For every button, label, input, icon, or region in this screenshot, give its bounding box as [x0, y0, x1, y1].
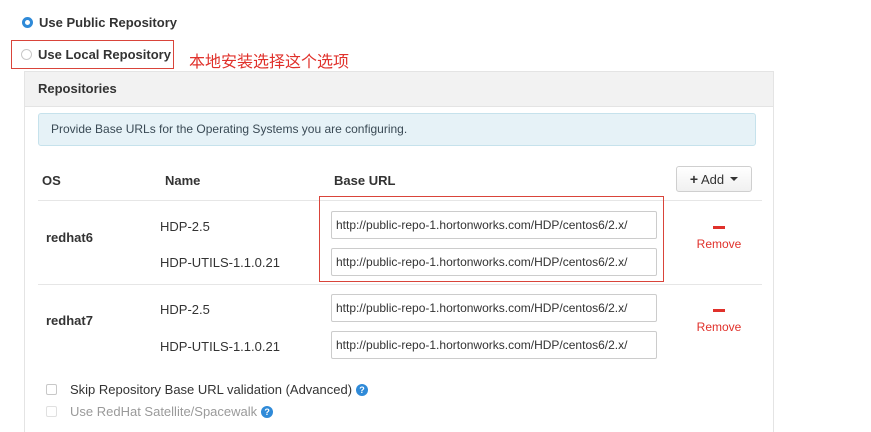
remove-os-button[interactable]: Remove [689, 226, 749, 251]
column-header-base-url: Base URL [334, 173, 396, 188]
add-button-label: Add [701, 171, 725, 187]
public-repository-radio[interactable] [22, 17, 33, 28]
skip-validation-label: Skip Repository Base URL validation (Adv… [70, 382, 353, 397]
minus-icon [713, 309, 725, 312]
satellite-checkbox[interactable] [46, 406, 57, 417]
column-header-os: OS [42, 173, 61, 188]
info-alert: Provide Base URLs for the Operating Syst… [38, 113, 756, 146]
local-repository-label: Use Local Repository [38, 47, 171, 62]
annotation-highlight-urls [319, 196, 664, 282]
repositories-title: Repositories [25, 72, 773, 107]
help-icon[interactable]: ? [261, 405, 274, 418]
public-repository-option[interactable]: Use Public Repository [22, 15, 177, 30]
skip-validation-option[interactable]: Skip Repository Base URL validation (Adv… [46, 382, 369, 397]
base-url-input[interactable]: http://public-repo-1.hortonworks.com/HDP… [331, 294, 657, 322]
caret-down-icon [730, 177, 739, 181]
local-repository-radio[interactable] [21, 49, 32, 60]
remove-label: Remove [696, 320, 742, 334]
add-os-button[interactable]: + Add [676, 166, 752, 192]
os-name-redhat7: redhat7 [46, 313, 93, 328]
repo-name: HDP-UTILS-1.1.0.21 [160, 339, 280, 354]
remove-label: Remove [696, 237, 742, 251]
local-repository-option[interactable]: Use Local Repository [21, 47, 171, 62]
public-repository-label: Use Public Repository [39, 15, 177, 30]
remove-os-button[interactable]: Remove [689, 309, 749, 334]
repo-name: HDP-2.5 [160, 302, 210, 317]
base-url-input[interactable]: http://public-repo-1.hortonworks.com/HDP… [331, 331, 657, 359]
minus-icon [713, 226, 725, 229]
skip-validation-checkbox[interactable] [46, 384, 57, 395]
plus-icon: + [689, 171, 699, 187]
satellite-option[interactable]: Use RedHat Satellite/Spacewalk ? [46, 404, 274, 419]
help-icon[interactable]: ? [356, 383, 369, 396]
repo-name: HDP-UTILS-1.1.0.21 [160, 255, 280, 270]
os-name-redhat6: redhat6 [46, 230, 93, 245]
repo-name: HDP-2.5 [160, 219, 210, 234]
group-divider [38, 284, 762, 285]
column-header-name: Name [165, 173, 201, 188]
satellite-label: Use RedHat Satellite/Spacewalk [70, 404, 258, 419]
annotation-text: 本地安装选择这个选项 [189, 52, 350, 71]
